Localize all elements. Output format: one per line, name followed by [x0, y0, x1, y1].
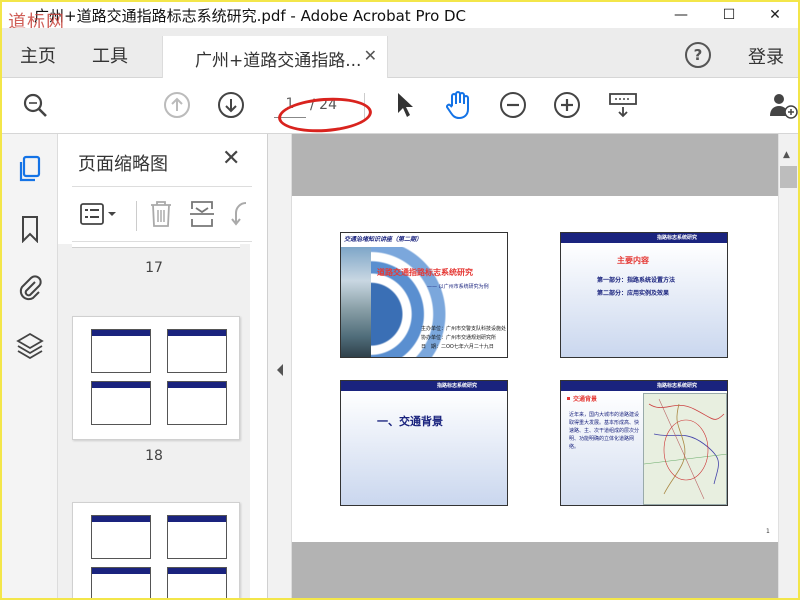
zoom-out-icon[interactable] — [498, 90, 528, 120]
slide-line: 主办单位：广州市交警支队科技设施处 — [421, 326, 507, 332]
document-view[interactable]: 交通治堵知识讲座（第二期） 道路交通指路标志系统研究 —— 以广州市系统研究为例… — [292, 134, 778, 598]
thumbnail-page-number: 17 — [145, 260, 163, 276]
attachment-icon[interactable] — [16, 272, 44, 302]
panel-toolbar — [72, 186, 252, 242]
zoom-in-icon[interactable] — [552, 90, 582, 120]
thumbnail-panel: 页面缩略图 ✕ 17 18 — [58, 134, 316, 598]
minimize-button[interactable]: — — [658, 2, 704, 28]
document-scrollbar[interactable]: ▲ — [778, 134, 798, 598]
panel-divider — [136, 201, 137, 231]
slide-bullet-title: 交通背景 — [573, 396, 598, 403]
slide-main-title: 一、交通背景 — [377, 415, 443, 428]
bookmark-icon[interactable] — [16, 214, 44, 244]
slide-line: 日 期：二OO七年六月二十九日 — [421, 344, 494, 350]
navigation-rail — [2, 134, 58, 598]
mini-slide — [91, 567, 151, 598]
pdf-page: 交通治堵知识讲座（第二期） 道路交通指路标志系统研究 —— 以广州市系统研究为例… — [292, 196, 778, 542]
slide-item: 第二部分：应用实例及效果 — [597, 290, 670, 297]
home-tab[interactable]: 主页 — [20, 42, 56, 68]
slide-item: 第一部分：指路系统设置方法 — [597, 277, 676, 284]
document-scroll-thumb[interactable] — [780, 166, 797, 188]
scroll-up-icon[interactable]: ▲ — [783, 150, 790, 160]
close-panel-icon[interactable]: ✕ — [222, 146, 240, 171]
panel-title: 页面缩略图 — [78, 154, 168, 175]
slide-contents: 指路标志系统研究 主要内容 第一部分：指路系统设置方法 第二部分：应用实例及效果 — [560, 232, 728, 358]
mini-slide — [91, 381, 151, 425]
hand-tool-icon[interactable] — [443, 90, 473, 120]
close-tab-icon[interactable]: ✕ — [364, 46, 377, 65]
slide-map — [643, 393, 727, 505]
tab-bar: 主页 工具 广州+道路交通指路... ✕ ? 登录 — [2, 28, 798, 78]
slide-section: 指路标志系统研究 一、交通背景 — [340, 380, 508, 506]
slide-main-title: 道路交通指路标志系统研究 — [377, 268, 473, 277]
document-tab[interactable]: 广州+道路交通指路... ✕ — [162, 36, 388, 78]
slide-background: 指路标志系统研究 交通背景 近年来，国内大城市的道路建设取得重大发展。基本形成高… — [560, 380, 728, 506]
window-title: 广州+道路交通指路标志系统研究.pdf - Adobe Acrobat Pro … — [34, 6, 467, 25]
add-user-icon[interactable] — [768, 90, 798, 120]
page-number-label: 1 — [766, 528, 770, 535]
slide-header: 指路标志系统研究 — [657, 383, 698, 389]
help-icon[interactable]: ? — [685, 42, 711, 68]
delete-icon[interactable] — [148, 199, 174, 233]
mini-slide — [167, 329, 227, 373]
slide-line: 协办单位：广州市交通规划研究所 — [421, 335, 497, 341]
mini-slide — [167, 567, 227, 598]
mini-slide — [167, 515, 227, 559]
slide-subtitle: —— 以广州市系统研究为例 — [427, 284, 489, 290]
slide-title: 交通治堵知识讲座（第二期） 道路交通指路标志系统研究 —— 以广州市系统研究为例… — [340, 232, 508, 358]
zoom-icon[interactable] — [20, 90, 50, 120]
slide-photo-strip — [341, 247, 371, 357]
slide-header: 交通治堵知识讲座（第二期） — [344, 236, 423, 243]
page-up-icon[interactable] — [162, 90, 192, 120]
collapse-arrow-icon[interactable] — [275, 362, 285, 381]
thumbnail-page-number: 18 — [145, 448, 163, 464]
thumbnail-page-17[interactable] — [72, 316, 240, 440]
toolbar: 1 / 24 — [2, 78, 798, 134]
thumbnail-list[interactable]: 17 18 — [58, 244, 250, 598]
slide-header: 指路标志系统研究 — [657, 235, 698, 241]
mini-slide — [91, 515, 151, 559]
slide-header: 指路标志系统研究 — [437, 383, 478, 389]
document-tab-label: 广州+道路交通指路... — [195, 51, 362, 71]
page-down-icon[interactable] — [216, 90, 246, 120]
keyboard-icon[interactable] — [608, 90, 638, 120]
login-button[interactable]: 登录 — [748, 43, 784, 69]
thumbnail-page-18[interactable] — [72, 502, 240, 598]
thumbnails-icon[interactable] — [16, 154, 44, 184]
tools-tab[interactable]: 工具 — [92, 42, 128, 68]
panel-collapse-handle[interactable] — [268, 134, 292, 598]
undo-icon[interactable] — [228, 199, 252, 233]
thumb-options-icon[interactable] — [80, 201, 120, 231]
slide-body: 近年来，国内大城市的道路建设取得重大发展。基本形成高、快速路、主、次干道组成的层… — [569, 412, 640, 450]
slide-main-title: 主要内容 — [617, 256, 649, 265]
select-cursor-icon[interactable] — [390, 90, 420, 120]
extract-icon[interactable] — [188, 199, 216, 233]
layers-icon[interactable] — [16, 330, 44, 360]
close-window-button[interactable]: ✕ — [752, 2, 798, 28]
app-window: 广州+道路交通指路标志系统研究.pdf - Adobe Acrobat Pro … — [0, 0, 800, 600]
mini-slide — [167, 381, 227, 425]
maximize-button[interactable]: ☐ — [706, 2, 752, 28]
mini-slide — [91, 329, 151, 373]
